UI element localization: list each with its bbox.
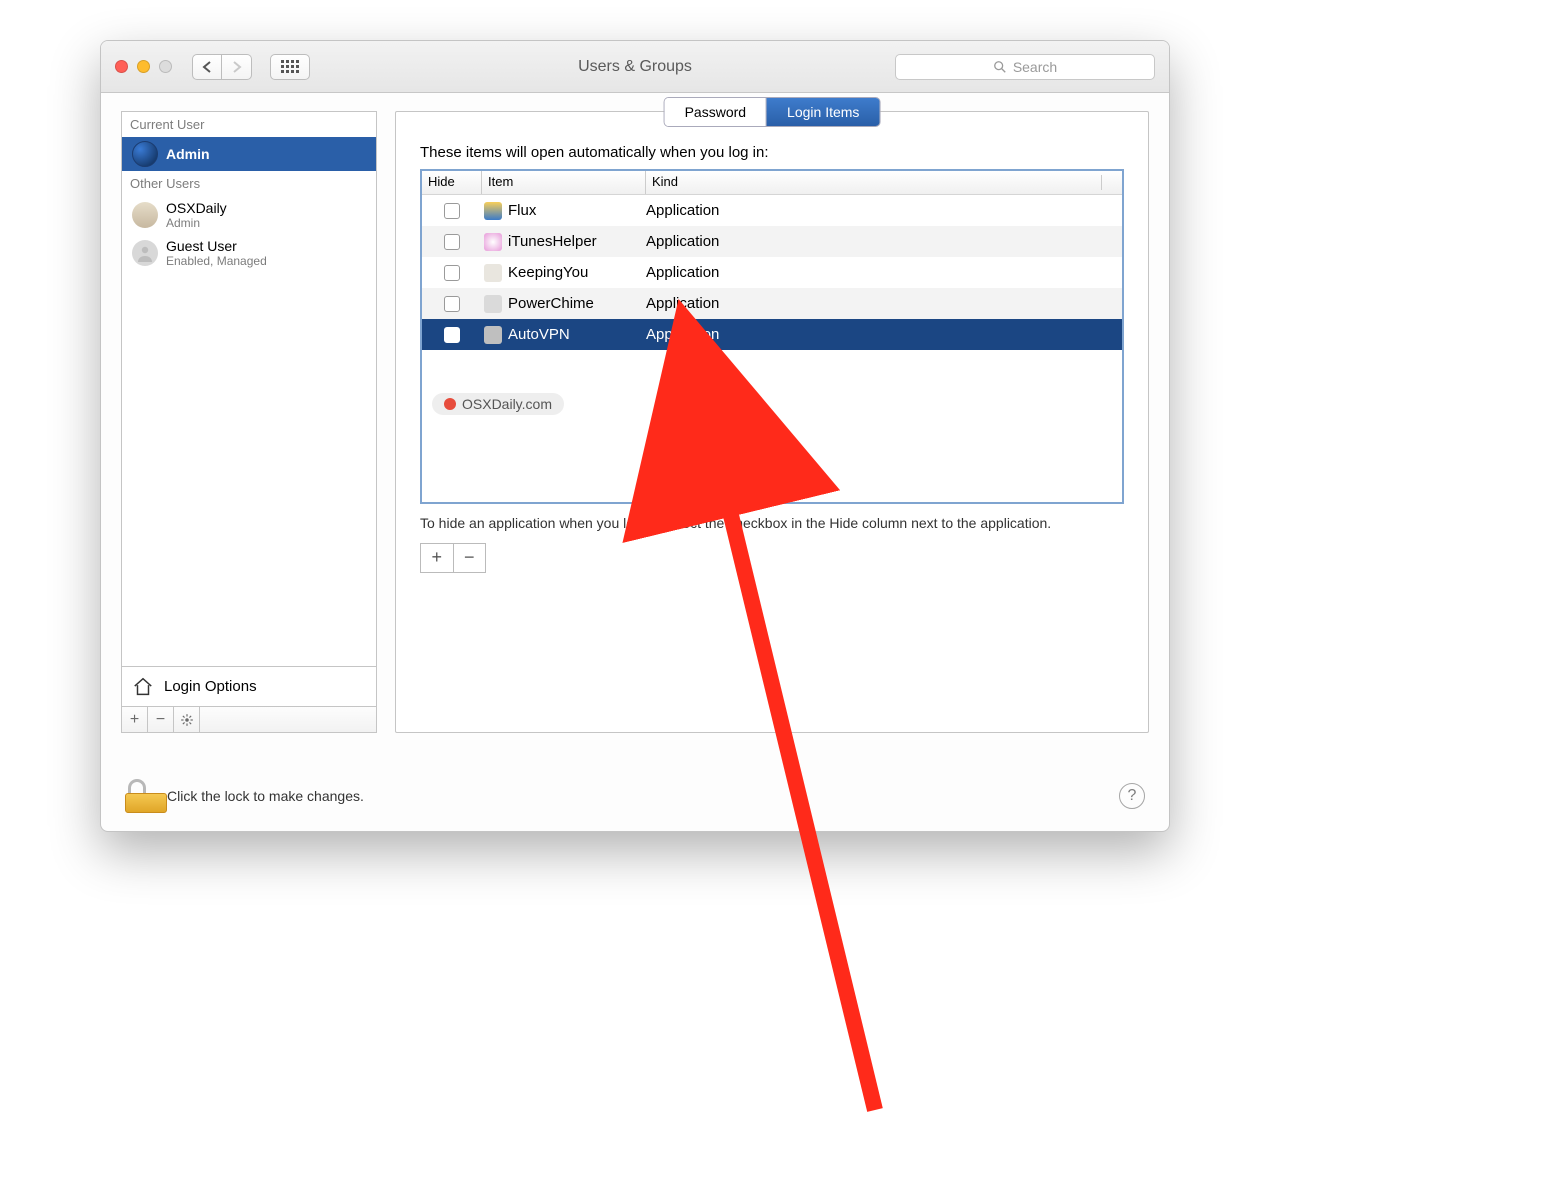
tab-bar: Password Login Items xyxy=(664,97,881,127)
app-icon xyxy=(484,202,502,220)
item-name: iTunesHelper xyxy=(508,233,597,250)
sidebar-user-osxdaily[interactable]: OSXDaily Admin xyxy=(122,196,376,234)
user-name: Guest User xyxy=(166,238,267,254)
user-name: Admin xyxy=(166,146,210,162)
other-users-label: Other Users xyxy=(122,171,376,196)
titlebar: Users & Groups Search xyxy=(101,41,1169,93)
add-login-item-button[interactable]: + xyxy=(421,544,454,572)
close-window-button[interactable] xyxy=(115,60,128,73)
lock-body-icon xyxy=(125,793,167,813)
remove-user-button[interactable]: − xyxy=(148,707,174,733)
main-panel: Password Login Items These items will op… xyxy=(395,111,1149,733)
table-row[interactable]: iTunesHelper Application xyxy=(422,226,1122,257)
col-hide[interactable]: Hide xyxy=(422,171,482,194)
avatar-icon xyxy=(132,202,158,228)
app-icon xyxy=(484,233,502,251)
users-sidebar: Current User Admin Other Users OSXDaily … xyxy=(121,111,377,733)
watermark-text: OSXDaily.com xyxy=(462,396,552,412)
item-kind: Application xyxy=(646,233,1122,250)
help-button[interactable]: ? xyxy=(1119,783,1145,809)
item-kind: Application xyxy=(646,326,1122,343)
hide-note: To hide an application when you log in, … xyxy=(420,514,1124,533)
app-icon xyxy=(484,326,502,344)
item-kind: Application xyxy=(646,264,1122,281)
sidebar-user-guest[interactable]: Guest User Enabled, Managed xyxy=(122,234,376,272)
search-icon xyxy=(993,60,1007,74)
window-traffic-lights xyxy=(115,60,172,73)
user-actions-menu[interactable] xyxy=(174,707,200,733)
footer: Click the lock to make changes. ? xyxy=(101,761,1169,831)
app-icon xyxy=(484,264,502,282)
item-name: PowerChime xyxy=(508,295,594,312)
show-all-button[interactable] xyxy=(270,54,310,80)
minimize-window-button[interactable] xyxy=(137,60,150,73)
user-sub: Enabled, Managed xyxy=(166,254,267,268)
table-row[interactable]: KeepingYou Application xyxy=(422,257,1122,288)
home-icon xyxy=(132,676,154,698)
hide-checkbox[interactable] xyxy=(444,296,460,312)
system-preferences-window: Users & Groups Search Current User Admin… xyxy=(100,40,1170,832)
item-name: KeepingYou xyxy=(508,264,588,281)
login-options-label: Login Options xyxy=(164,678,257,695)
item-kind: Application xyxy=(646,295,1122,312)
hide-checkbox[interactable] xyxy=(444,203,460,219)
current-user-label: Current User xyxy=(122,112,376,137)
watermark-badge: OSXDaily.com xyxy=(432,393,564,415)
login-items-table: Hide Item Kind FluxApplicationiTunesHelp… xyxy=(420,169,1124,504)
item-kind: Application xyxy=(646,202,1122,219)
col-item[interactable]: Item xyxy=(482,171,646,194)
user-list: Current User Admin Other Users OSXDaily … xyxy=(121,111,377,667)
add-user-button[interactable]: + xyxy=(122,707,148,733)
item-name: Flux xyxy=(508,202,536,219)
zoom-window-button[interactable] xyxy=(159,60,172,73)
table-row[interactable]: PowerChime Application xyxy=(422,288,1122,319)
search-input[interactable]: Search xyxy=(895,54,1155,80)
nav-back-forward xyxy=(192,54,252,80)
gear-icon xyxy=(180,713,194,727)
user-sub: Admin xyxy=(166,216,227,230)
record-dot-icon xyxy=(444,398,456,410)
avatar-icon xyxy=(132,240,158,266)
tab-password[interactable]: Password xyxy=(665,98,767,126)
tab-login-items[interactable]: Login Items xyxy=(767,98,879,126)
lock-button[interactable] xyxy=(125,779,153,813)
hide-checkbox[interactable] xyxy=(444,234,460,250)
nav-forward-button[interactable] xyxy=(222,54,252,80)
lock-text: Click the lock to make changes. xyxy=(167,788,364,804)
login-items-description: These items will open automatically when… xyxy=(420,144,1124,161)
sidebar-user-current[interactable]: Admin xyxy=(122,137,376,171)
table-row[interactable]: AutoVPN Application xyxy=(422,319,1122,350)
remove-login-item-button[interactable]: − xyxy=(454,544,486,572)
item-name: AutoVPN xyxy=(508,326,570,343)
login-items-actions: + − xyxy=(420,543,486,573)
nav-back-button[interactable] xyxy=(192,54,222,80)
table-row[interactable]: Flux Application xyxy=(422,195,1122,226)
table-header: Hide Item Kind xyxy=(422,171,1122,195)
hide-checkbox[interactable] xyxy=(444,265,460,281)
login-options-button[interactable]: Login Options xyxy=(121,667,377,707)
hide-checkbox[interactable] xyxy=(444,327,460,343)
user-actions-strip: + − xyxy=(121,707,377,733)
col-kind[interactable]: Kind xyxy=(646,171,1122,194)
search-placeholder: Search xyxy=(1013,59,1057,75)
app-icon xyxy=(484,295,502,313)
avatar-icon xyxy=(132,141,158,167)
user-name: OSXDaily xyxy=(166,200,227,216)
